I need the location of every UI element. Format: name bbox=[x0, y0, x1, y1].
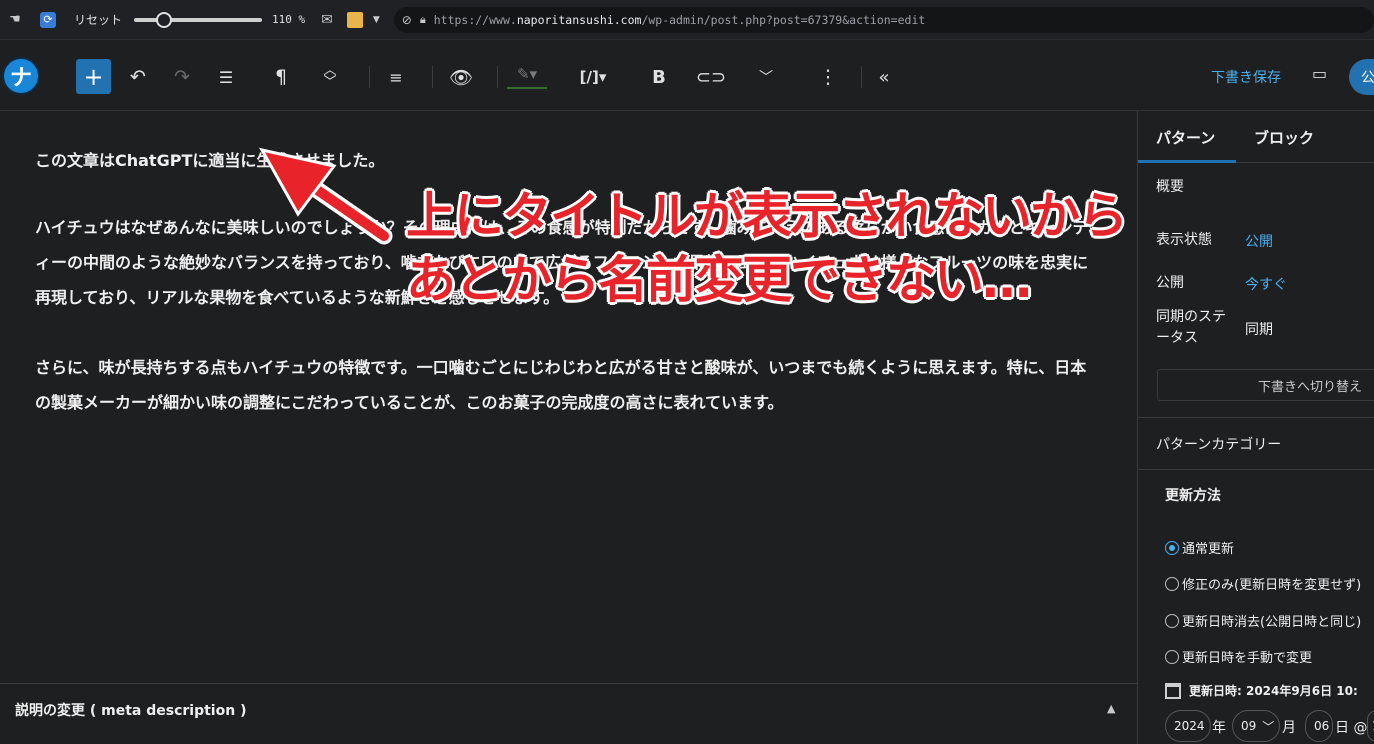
radio-fix-only[interactable]: 修正のみ(更新日時を変更せず) bbox=[1165, 574, 1361, 593]
paragraph-block[interactable]: さらに、味が長持ちする点もハイチュウの特徴です。一口噛むごとにじわじわと広がる甘… bbox=[35, 350, 1095, 420]
zoom-level: 110 % bbox=[272, 13, 306, 26]
radio-button[interactable] bbox=[1165, 649, 1179, 664]
url-path: /wp-admin/post.php?post=67379&action=edi… bbox=[641, 12, 926, 27]
preview-icon[interactable]: ▭ bbox=[1312, 64, 1327, 83]
publish-date-link[interactable]: 今すぐ bbox=[1245, 274, 1287, 294]
day-input[interactable]: 06 bbox=[1305, 710, 1333, 742]
add-block-button[interactable]: + bbox=[76, 59, 111, 94]
eye-icon[interactable]: 👁︎ bbox=[446, 61, 476, 93]
toolbar-divider bbox=[432, 66, 433, 88]
switch-to-draft-button[interactable]: 下書きへ切り替え bbox=[1157, 369, 1374, 401]
radio-clear-update-date[interactable]: 更新日時消去(公開日時と同じ) bbox=[1165, 611, 1361, 630]
lock-icon[interactable]: 🔒︎ bbox=[420, 13, 426, 27]
radio-button[interactable] bbox=[1165, 613, 1179, 628]
chevron-down-icon[interactable]: ▼ bbox=[373, 15, 380, 25]
zoom-slider-knob[interactable] bbox=[156, 11, 173, 28]
update-date-label: 更新日時: 2024年9月6日 10: bbox=[1165, 682, 1358, 699]
mail-icon[interactable]: ✉ bbox=[321, 12, 333, 28]
sync-status-value: 同期 bbox=[1245, 322, 1273, 338]
meta-description-label: 説明の変更 ( meta description ) bbox=[15, 703, 247, 719]
url-domain: naporitansushi.com bbox=[516, 12, 642, 27]
summary-heading[interactable]: 概要 bbox=[1156, 177, 1184, 198]
annotation-text-line1: 上にタイトルが表示されないから bbox=[406, 187, 1128, 245]
radio-label: 更新日時消去(公開日時と同じ) bbox=[1182, 615, 1362, 630]
settings-sidebar: パターン ブロック 概要 表示状態 公開 公開 今すぐ 同期のステータス 同期 … bbox=[1137, 111, 1374, 744]
publish-button[interactable]: 公 bbox=[1349, 59, 1374, 95]
sidebar-divider bbox=[1138, 469, 1374, 470]
visibility-label: 表示状態 bbox=[1156, 232, 1212, 248]
visibility-value-link[interactable]: 公開 bbox=[1245, 231, 1273, 251]
pattern-category-panel[interactable]: パターンカテゴリー bbox=[1156, 434, 1281, 454]
collapse-left-icon[interactable]: « bbox=[870, 61, 898, 93]
tab-block[interactable]: ブロック bbox=[1254, 127, 1314, 148]
update-method-title: 更新方法 bbox=[1165, 488, 1221, 504]
zoom-slider[interactable] bbox=[134, 11, 263, 28]
redo-icon[interactable]: ↷ bbox=[168, 61, 196, 93]
month-value: 09 bbox=[1241, 719, 1257, 733]
kebab-menu-icon[interactable]: ⋮ bbox=[814, 61, 842, 93]
radio-button[interactable] bbox=[1165, 540, 1179, 555]
paragraph-icon[interactable]: ¶ bbox=[267, 61, 295, 93]
undo-icon[interactable]: ↶ bbox=[124, 61, 152, 93]
chevron-down-icon: ﹀ bbox=[1262, 719, 1275, 734]
editor-toolbar: ナ + ↶ ↷ ☰ ¶ ︿ ﹀ ≡ 👁︎ ✎▾ [/]▾ B ⊂⊃ ﹀ ⋮ « 下… bbox=[0, 40, 1374, 111]
align-left-icon[interactable]: ≡ bbox=[382, 61, 410, 93]
year-input[interactable]: 2024 bbox=[1165, 710, 1211, 742]
year-unit: 年 bbox=[1212, 720, 1226, 736]
refresh-extension-icon[interactable]: ⟳ bbox=[40, 11, 56, 28]
sidebar-divider bbox=[1138, 417, 1374, 418]
shortcode-icon[interactable]: [/]▾ bbox=[573, 61, 613, 93]
hour-input[interactable]: 1 bbox=[1367, 710, 1374, 742]
month-unit: 月 bbox=[1282, 720, 1296, 736]
browser-bar: ☚ ⟳ リセット 110 % ✉ ▼ ⊘ 🔒︎ https://www.napo… bbox=[0, 0, 1374, 40]
radio-label: 更新日時を手動で変更 bbox=[1182, 651, 1313, 666]
sync-status-label: 同期のステータス bbox=[1156, 309, 1226, 346]
extension-icon[interactable] bbox=[346, 11, 363, 28]
radio-label: 通常更新 bbox=[1182, 542, 1235, 557]
update-date-text: 更新日時: 2024年9月6日 10: bbox=[1189, 684, 1358, 698]
meta-description-panel[interactable]: 説明の変更 ( meta description ) ▲ bbox=[0, 683, 1137, 744]
radio-normal-update[interactable]: 通常更新 bbox=[1165, 538, 1234, 557]
address-bar[interactable]: ⊘ 🔒︎ https://www.naporitansushi.com/wp-a… bbox=[393, 6, 1374, 33]
url-prefix: https://www. bbox=[433, 12, 517, 27]
highlight-pen-icon[interactable]: ✎▾ bbox=[507, 61, 547, 89]
zoom-reset-button[interactable]: リセット bbox=[74, 11, 122, 28]
toolbar-divider bbox=[497, 66, 498, 88]
link-icon[interactable]: ⊂⊃ bbox=[696, 61, 726, 93]
active-tab-indicator bbox=[1138, 160, 1236, 163]
save-draft-button[interactable]: 下書き保存 bbox=[1211, 67, 1281, 87]
paragraph-block[interactable]: この文章はChatGPTに適当に生成させました。 bbox=[35, 143, 1095, 178]
shield-slash-icon[interactable]: ⊘ bbox=[402, 13, 412, 27]
chevron-up-icon[interactable]: ▲ bbox=[1107, 702, 1115, 715]
radio-button[interactable] bbox=[1165, 576, 1179, 591]
calendar-icon bbox=[1165, 682, 1181, 699]
radio-label: 修正のみ(更新日時を変更せず) bbox=[1182, 578, 1362, 593]
sidebar-tabs: パターン ブロック bbox=[1138, 111, 1374, 163]
more-options-chevron-icon[interactable]: ﹀ bbox=[752, 61, 780, 93]
url-text[interactable]: https://www.naporitansushi.com/wp-admin/… bbox=[434, 13, 926, 27]
toolbar-divider bbox=[369, 66, 370, 88]
site-logo[interactable]: ナ bbox=[2, 57, 40, 95]
annotation-text-line2: あとから名前変更できない… bbox=[406, 251, 1032, 309]
tab-pattern[interactable]: パターン bbox=[1156, 127, 1215, 148]
move-up-down-icon[interactable]: ︿ ﹀ bbox=[316, 61, 344, 93]
publish-label: 公開 bbox=[1156, 275, 1184, 291]
radio-manual-date[interactable]: 更新日時を手動で変更 bbox=[1165, 647, 1312, 666]
hand-icon[interactable]: ☚ bbox=[6, 12, 24, 27]
bold-icon[interactable]: B bbox=[645, 61, 673, 93]
toolbar-divider bbox=[861, 66, 862, 88]
month-select[interactable]: 09 ﹀ bbox=[1232, 710, 1280, 742]
day-unit: 日 @ bbox=[1335, 720, 1368, 736]
document-overview-icon[interactable]: ☰ bbox=[212, 61, 240, 93]
